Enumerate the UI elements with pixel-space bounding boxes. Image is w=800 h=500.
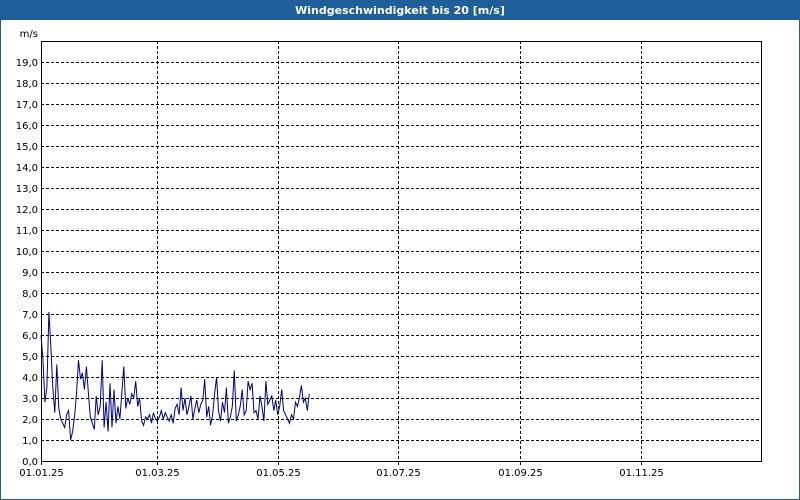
y-tick-label: 5,0 xyxy=(22,352,38,363)
y-tick-label: 19,0 xyxy=(16,58,38,69)
window-title: Windgeschwindigkeit bis 20 [m/s] xyxy=(1,1,799,20)
y-tick-label: 18,0 xyxy=(16,79,38,90)
wind-speed-series-line xyxy=(40,311,310,441)
y-tick-label: 9,0 xyxy=(22,268,38,279)
y-tick-label: 11,0 xyxy=(16,226,38,237)
y-tick-label: 0,0 xyxy=(22,457,38,468)
grid xyxy=(41,41,761,461)
y-tick-label: 8,0 xyxy=(22,289,38,300)
line-chart: 0,0 1,0 2,0 3,0 4,0 5,0 6,0 7,0 8,0 9,0 10,0 11,0 12… xyxy=(16,29,762,479)
y-tick-label: 4,0 xyxy=(22,373,38,384)
axes xyxy=(41,41,762,465)
y-tick-label: 12,0 xyxy=(16,205,38,216)
y-tick-label: 17,0 xyxy=(16,100,38,111)
y-tick-label: 16,0 xyxy=(16,121,38,132)
x-tick-label: 01.09.25 xyxy=(498,468,543,479)
y-tick-label: 14,0 xyxy=(16,163,38,174)
y-axis-unit-label: m/s xyxy=(20,29,38,40)
chart-window: Windgeschwindigkeit bis 20 [m/s] 0,0 1,0 2… xyxy=(0,0,800,500)
x-tick-label: 01.03.25 xyxy=(135,468,180,479)
y-tick-label: 2,0 xyxy=(22,415,38,426)
x-tick-label: 01.01.25 xyxy=(19,468,64,479)
y-tick-label: 10,0 xyxy=(16,247,38,258)
y-tick-label: 6,0 xyxy=(22,331,38,342)
y-tick-label: 13,0 xyxy=(16,184,38,195)
x-tick-label: 01.05.25 xyxy=(256,468,301,479)
y-tick-label: 3,0 xyxy=(22,394,38,405)
series-layer xyxy=(40,311,310,441)
y-tick-label: 7,0 xyxy=(22,310,38,321)
y-tick-label: 15,0 xyxy=(16,142,38,153)
x-tick-label: 01.11.25 xyxy=(619,468,664,479)
y-tick-label: 1,0 xyxy=(22,436,38,447)
x-tick-label: 01.07.25 xyxy=(376,468,421,479)
